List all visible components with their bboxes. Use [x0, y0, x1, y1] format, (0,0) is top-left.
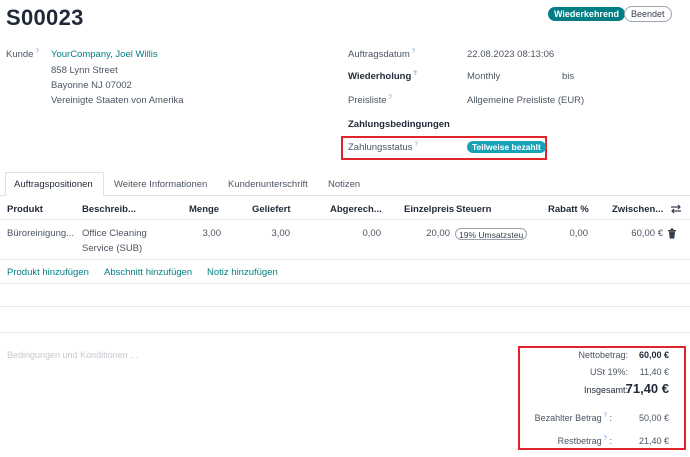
cell-description-line1[interactable]: Office Cleaning: [82, 228, 147, 239]
column-quantity[interactable]: Menge: [189, 204, 219, 215]
add-section-link[interactable]: Abschnitt hinzufügen: [104, 267, 192, 278]
payment-terms-label: Zahlungsbedingungen: [348, 119, 450, 130]
status-badge-recurring[interactable]: Wiederkehrend: [548, 7, 625, 21]
recurrence-label: Wiederholung?: [348, 71, 417, 83]
column-delivered[interactable]: Geliefert: [252, 204, 291, 215]
payment-status-label: Zahlungsstatus?: [348, 142, 418, 154]
help-icon: ?: [603, 413, 607, 419]
column-settings-icon[interactable]: [670, 203, 682, 215]
cell-description-line2[interactable]: Service (SUB): [82, 243, 142, 254]
customer-name-link[interactable]: YourCompany, Joel Willis: [51, 49, 158, 60]
net-amount-value: 60,00 €: [638, 350, 669, 360]
recurrence-until-label: bis: [562, 71, 575, 82]
trash-icon[interactable]: [667, 228, 677, 239]
totals-highlight: [518, 346, 686, 450]
remaining-amount-value: 21,40 €: [638, 436, 669, 446]
help-icon: ?: [35, 49, 39, 55]
cell-quantity[interactable]: 3,00: [150, 228, 222, 239]
pricelist-label: Preisliste?: [348, 95, 392, 107]
cell-subtotal: 60,00 €: [631, 228, 663, 239]
tab-customer-signature[interactable]: Kundenunterschrift: [219, 172, 318, 195]
help-icon: ?: [413, 71, 417, 77]
address-country: Vereinigte Staaten von Amerika: [51, 95, 184, 106]
cell-invoiced: 0,00: [362, 228, 382, 239]
order-date-field[interactable]: 22.08.2023 08:13:06: [467, 49, 554, 60]
address-city: Bayonne NJ 07002: [51, 80, 132, 91]
column-discount[interactable]: Rabatt %: [548, 204, 589, 215]
customer-label: Kunde?: [6, 49, 39, 61]
help-icon: ?: [603, 436, 607, 442]
column-subtotal[interactable]: Zwischen...: [612, 204, 663, 215]
row-divider: [0, 259, 690, 260]
vat-value: 11,40 €: [639, 367, 669, 377]
payment-status-badge: Teilweise bezahlt: [467, 141, 546, 153]
paid-amount-label: Bezahlter Betrag? :: [534, 413, 612, 423]
pricelist-field[interactable]: Allgemeine Preisliste (EUR): [467, 95, 584, 106]
tab-more-info[interactable]: Weitere Informationen: [105, 172, 218, 195]
column-unit-price[interactable]: Einzelpreis: [404, 204, 454, 215]
header-divider: [0, 219, 690, 220]
add-product-link[interactable]: Produkt hinzufügen: [7, 267, 89, 278]
cell-delivered[interactable]: 3,00: [230, 228, 291, 239]
cell-discount[interactable]: 0,00: [540, 228, 589, 239]
total-value: 71,40 €: [625, 381, 669, 396]
column-invoiced[interactable]: Abgerech...: [330, 204, 382, 215]
column-taxes[interactable]: Steuern: [456, 204, 491, 215]
add-note-link[interactable]: Notiz hinzufügen: [207, 267, 278, 278]
footer-divider: [0, 332, 690, 333]
page-title: S00023: [6, 5, 84, 30]
cell-product[interactable]: Büroreinigung...: [7, 228, 74, 239]
tax-tag[interactable]: 19% Umsatzsteu: [455, 228, 527, 240]
tab-notes[interactable]: Notizen: [319, 172, 370, 195]
recurrence-field[interactable]: Monthly: [467, 71, 500, 82]
spacer-divider: [0, 306, 690, 307]
remaining-amount-label: Restbetrag? :: [557, 436, 612, 446]
address-street: 858 Lynn Street: [51, 65, 118, 76]
terms-input[interactable]: Bedingungen und Konditionen ...: [7, 350, 138, 360]
column-description[interactable]: Beschreib...: [82, 204, 136, 215]
order-date-label: Auftragsdatum?: [348, 49, 416, 61]
tab-order-lines[interactable]: Auftragspositionen: [5, 172, 104, 196]
help-icon: ?: [388, 95, 392, 101]
status-badge-ended[interactable]: Beendet: [624, 6, 672, 22]
add-divider: [0, 283, 690, 284]
column-product[interactable]: Produkt: [7, 204, 43, 215]
help-icon: ?: [411, 49, 416, 55]
help-icon: ?: [414, 142, 418, 148]
paid-amount-value: 50,00 €: [638, 413, 669, 423]
cell-unit-price[interactable]: 20,00: [395, 228, 450, 239]
